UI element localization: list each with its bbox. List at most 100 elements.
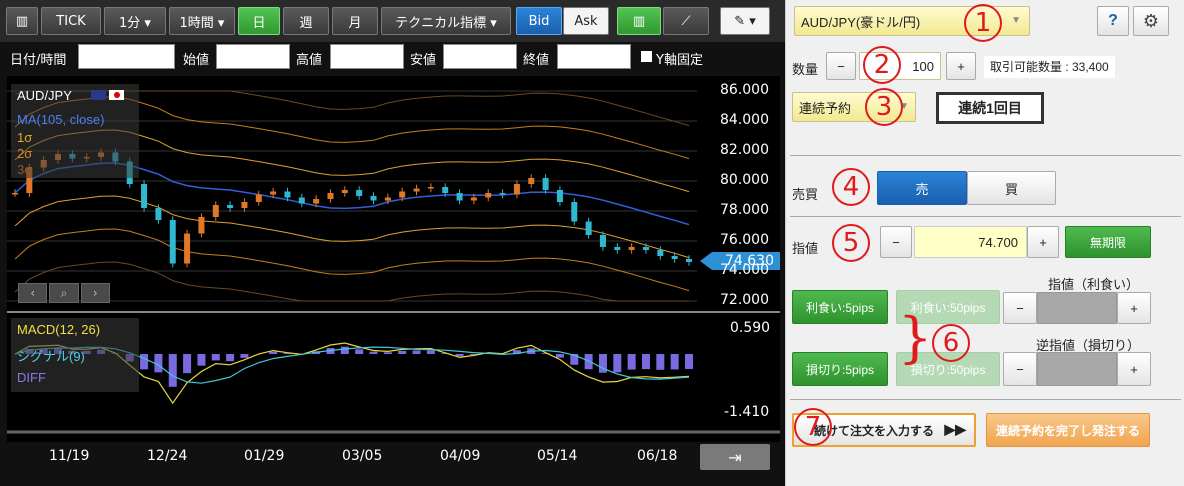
candle-body [470,197,477,201]
complete-sequence-order-button[interactable]: 連続予約を完了し発注する [986,413,1150,447]
help-button[interactable]: ? [1097,6,1129,36]
stop-loss-5pips-button[interactable]: 損切り:5pips [792,352,888,386]
fast-forward-icon: ▶▶ [944,421,966,437]
jump-to-latest-button[interactable]: ⇥ [700,444,770,470]
tp-decrease-button[interactable]: − [1003,292,1037,324]
macd-histogram-bar [584,354,593,370]
macd-histogram-bar [355,349,364,354]
tab-week[interactable]: 週 [283,7,329,35]
x-tick-label: 04/09 [440,448,481,464]
tp-increase-button[interactable]: + [1117,292,1151,324]
currency-pair-value: AUD/JPY(豪ドル/円) [801,14,921,30]
line-chart-icon[interactable]: ⟋ [663,7,709,35]
candlestick-chart-icon[interactable]: ▥ [617,7,661,35]
take-profit-input[interactable] [1037,292,1117,324]
macd-tick-label: 0.590 [730,320,771,336]
macd-histogram-bar [183,354,192,374]
ask-button[interactable]: Ask [563,7,609,35]
candle-body [442,187,449,193]
candle-body [642,247,649,250]
sl-increase-button[interactable]: + [1117,352,1151,386]
sl-decrease-button[interactable]: − [1003,352,1037,386]
annotation-marker-4: 4 [832,168,870,206]
jp-flag-icon [109,90,124,100]
limit-price-input[interactable]: 74.700 [914,226,1027,258]
macd-histogram-bar [340,346,349,354]
divider [790,155,1181,156]
candle-body [556,190,563,202]
candle-body [413,188,420,192]
macd-histogram-bar [670,354,679,370]
side-label: 売買 [792,187,819,202]
interval-select-hour[interactable]: 1時間 ▾ [169,7,235,35]
low-label: 安値 [410,53,437,68]
settings-gear-icon[interactable]: ⚙ [1133,6,1169,36]
macd-histogram-bar [197,354,206,366]
annotation-marker-6: 6 [932,324,970,362]
buy-button[interactable]: 買 [967,171,1056,205]
chart-legend: AUD/JPY MA(105, close) 1σ 2σ 3σ [11,84,139,178]
technical-indicator-select[interactable]: テクニカル指標 ▾ [381,7,511,35]
candle-body [614,247,621,250]
x-tick-label: 05/14 [537,448,578,464]
macd-histogram-bar [656,354,665,370]
x-tick-label: 03/05 [342,448,383,464]
x-tick-label: 12/24 [147,448,188,464]
limit-decrease-button[interactable]: − [880,226,912,258]
band-3sigma-lower [14,261,689,302]
tab-day[interactable]: 日 [238,7,280,35]
open-field [216,44,290,69]
macd-tick-label: -1.410 [724,404,770,420]
scroll-left-icon[interactable]: ‹ [18,283,48,303]
limit-price-label: 指値 [792,241,819,256]
tab-month[interactable]: 月 [332,7,378,35]
candle-body [12,193,18,195]
draw-tool-icon[interactable]: ✎ ▾ [720,7,770,35]
expiry-button[interactable]: 無期限 [1065,226,1151,258]
candle-body [686,259,692,262]
candle-body [384,197,391,201]
legend-sigma3: 3σ [17,162,33,177]
candle-body [284,191,291,198]
macd-histogram-bar [140,354,149,370]
candle-body [313,199,320,204]
candle-body [212,205,219,217]
y-axis-fixed-checkbox[interactable] [641,51,652,62]
candle-icon[interactable]: ▥ [6,7,38,35]
divider [790,216,1181,217]
macd-histogram-bar [168,354,177,387]
y-tick-label: 72.000 [720,292,769,308]
high-field [330,44,404,69]
macd-histogram-bar [269,351,278,354]
tick-button[interactable]: TICK [41,7,101,35]
quantity-decrease-button[interactable]: − [826,52,856,80]
y-tick-label: 76.000 [720,232,769,248]
candle-body [227,205,234,208]
zoom-icon[interactable]: ⌕ [49,283,79,303]
legend-symbol: AUD/JPY [17,88,72,103]
interval-select-minute[interactable]: 1分 ▾ [104,7,166,35]
close-label: 終値 [523,53,550,68]
sell-button[interactable]: 売 [877,171,967,205]
bid-button[interactable]: Bid [516,7,562,35]
limit-increase-button[interactable]: + [1027,226,1059,258]
candle-body [499,193,506,195]
macd-histogram-bar [383,352,392,354]
macd-histogram-bar [613,354,622,373]
ohlc-field-row: 日付/時間 始値 高値 安値 終値 Y軸固定 [0,42,785,72]
stop-loss-input[interactable] [1037,352,1117,386]
y-tick-label: 84.000 [720,112,769,128]
zoom-controls: ‹ ⌕ › [18,283,110,303]
x-tick-label: 01/29 [244,448,285,464]
candle-body [255,194,262,202]
candle-body [571,202,578,222]
x-axis: 11/19 12/24 01/29 03/05 04/09 05/14 06/18 [7,442,780,472]
scroll-right-icon[interactable]: › [80,283,110,303]
take-profit-header: 指値（利食い） [1048,277,1140,292]
y-tick-label: 74.000 [720,262,769,278]
quantity-increase-button[interactable]: + [946,52,976,80]
macd-histogram-bar [211,354,220,361]
take-profit-5pips-button[interactable]: 利食い:5pips [792,290,888,324]
tradable-quantity: 取引可能数量 : 33,400 [984,56,1115,78]
candle-body [513,184,520,195]
